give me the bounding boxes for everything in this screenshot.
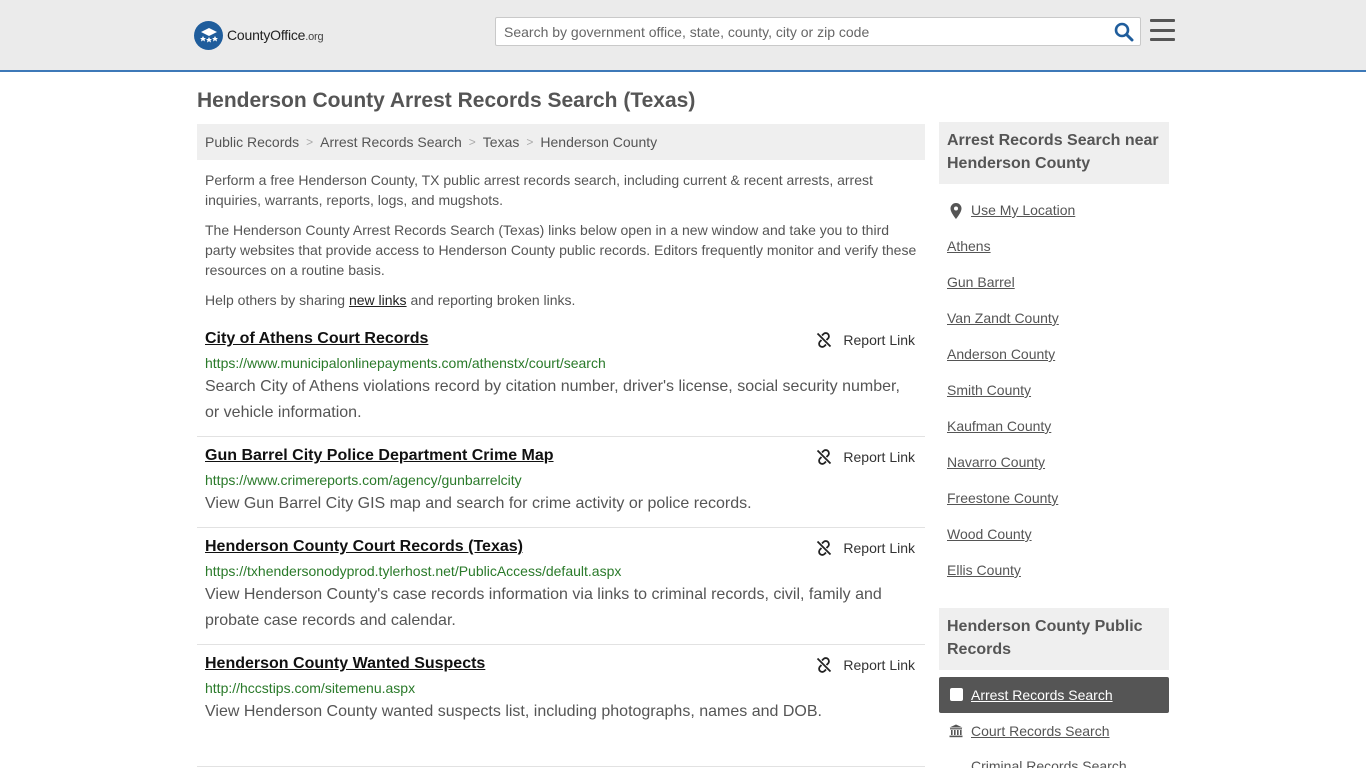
- sidebar-item-arrest-records-active[interactable]: Arrest Records Search: [939, 677, 1169, 713]
- nearby-link-anderson[interactable]: Anderson County: [947, 346, 1055, 362]
- breadcrumb-separator: >: [468, 135, 476, 149]
- result-item: Henderson County Court Records (Texas) R…: [197, 538, 925, 645]
- result-title-link[interactable]: Gun Barrel City Police Department Crime …: [205, 447, 554, 465]
- nearby-link-smith[interactable]: Smith County: [947, 382, 1031, 398]
- nearby-link-gun-barrel[interactable]: Gun Barrel: [947, 274, 1015, 290]
- nearby-link-wood[interactable]: Wood County: [947, 526, 1032, 542]
- disclaimer-paragraph: The Henderson County Arrest Records Sear…: [205, 222, 917, 278]
- report-link-button[interactable]: Report Link: [816, 449, 915, 465]
- result-url: https://www.crimereports.com/agency/gunb…: [205, 472, 522, 488]
- hamburger-menu-icon[interactable]: [1150, 19, 1175, 41]
- result-title-link[interactable]: Henderson County Wanted Suspects: [205, 655, 485, 673]
- broken-link-icon: [817, 449, 832, 465]
- seal-icon: [194, 20, 223, 50]
- breadcrumb-texas[interactable]: Texas: [483, 134, 520, 150]
- result-description: View Gun Barrel City GIS map and search …: [205, 495, 752, 512]
- sidebar-item-criminal-records[interactable]: Criminal Records Search: [971, 758, 1127, 768]
- sidebar-item-court-records[interactable]: Court Records Search: [971, 723, 1110, 739]
- nearby-link-freestone[interactable]: Freestone County: [947, 490, 1058, 506]
- sidebar-item-label: Arrest Records Search: [971, 687, 1113, 703]
- report-link-button[interactable]: Report Link: [816, 657, 915, 673]
- result-item: Gun Barrel City Police Department Crime …: [197, 447, 925, 528]
- site-logo[interactable]: CountyOffice.org: [194, 20, 324, 50]
- result-description: View Henderson County wanted suspects li…: [205, 703, 822, 720]
- new-links-link[interactable]: new links: [349, 292, 407, 308]
- result-url: https://txhendersonodyprod.tylerhost.net…: [205, 563, 622, 579]
- checkbox-icon: [950, 688, 963, 701]
- breadcrumb-henderson-county: Henderson County: [540, 134, 658, 150]
- result-url: http://hccstips.com/sitemenu.aspx: [205, 680, 416, 696]
- use-my-location-link[interactable]: Use My Location: [971, 202, 1075, 218]
- breadcrumb: Public Records > Arrest Records Search >…: [197, 124, 925, 160]
- result-item: Henderson County Wanted Suspects Report …: [197, 655, 925, 736]
- result-description: Search City of Athens violations record …: [205, 378, 900, 421]
- nearby-link-kaufman[interactable]: Kaufman County: [947, 418, 1051, 434]
- intro-paragraph: Perform a free Henderson County, TX publ…: [205, 172, 873, 208]
- site-search: [495, 17, 1141, 46]
- breadcrumb-public-records[interactable]: Public Records: [205, 134, 299, 150]
- breadcrumb-arrest-records[interactable]: Arrest Records Search: [320, 134, 462, 150]
- report-link-button[interactable]: Report Link: [816, 540, 915, 556]
- result-title-link[interactable]: Henderson County Court Records (Texas): [205, 538, 523, 556]
- broken-link-icon: [817, 540, 832, 556]
- site-header: CountyOffice.org: [0, 0, 1366, 72]
- result-title-link[interactable]: City of Athens Court Records: [205, 330, 428, 348]
- result-url: https://www.municipalonlinepayments.com/…: [205, 355, 606, 371]
- courthouse-icon: [949, 724, 963, 738]
- help-paragraph: Help others by sharing new links and rep…: [205, 292, 576, 308]
- public-records-heading: Henderson County Public Records: [939, 608, 1169, 670]
- map-pin-icon: [950, 203, 962, 219]
- divider: [197, 766, 925, 767]
- page-title: Henderson County Arrest Records Search (…: [197, 89, 696, 112]
- report-link-button[interactable]: Report Link: [816, 332, 915, 348]
- nearby-link-athens[interactable]: Athens: [947, 238, 991, 254]
- search-input[interactable]: [496, 18, 1106, 45]
- breadcrumb-separator: >: [526, 135, 534, 149]
- nearby-link-ellis[interactable]: Ellis County: [947, 562, 1021, 578]
- logo-wordmark: CountyOffice.org: [227, 27, 324, 43]
- nearby-heading: Arrest Records Search near Henderson Cou…: [939, 122, 1169, 184]
- result-item: City of Athens Court Records Report Link…: [197, 330, 925, 437]
- broken-link-icon: [817, 332, 832, 348]
- broken-link-icon: [817, 657, 832, 673]
- breadcrumb-separator: >: [306, 135, 314, 149]
- result-description: View Henderson County's case records inf…: [205, 586, 882, 629]
- search-button[interactable]: [1114, 22, 1134, 42]
- nearby-link-navarro[interactable]: Navarro County: [947, 454, 1045, 470]
- nearby-link-van-zandt[interactable]: Van Zandt County: [947, 310, 1059, 326]
- search-icon: [1114, 22, 1134, 42]
